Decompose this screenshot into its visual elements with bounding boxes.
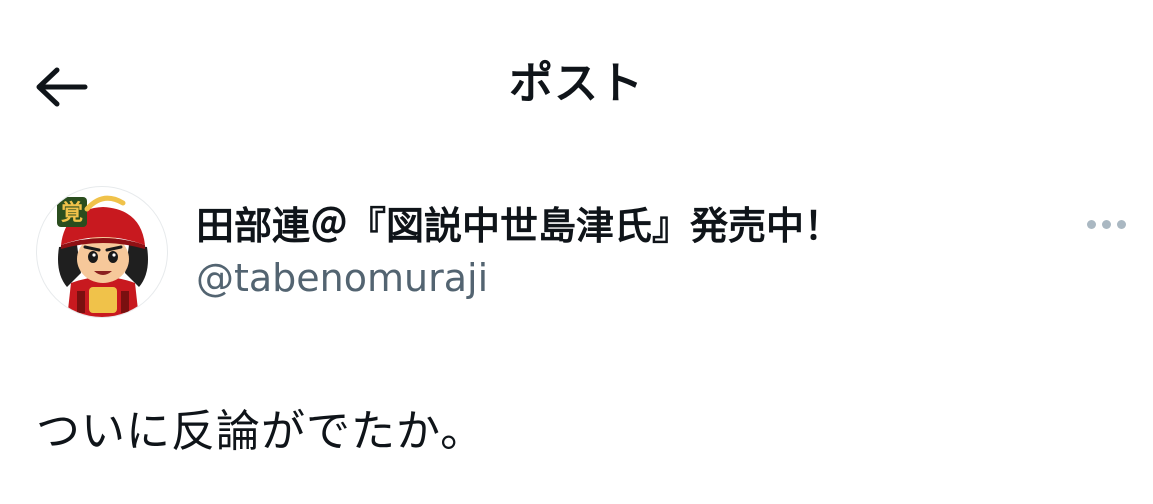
- more-options-button[interactable]: [1080, 208, 1132, 240]
- more-horizontal-icon-dot: [1116, 219, 1126, 229]
- svg-text:覚: 覚: [61, 200, 83, 226]
- post-text: ついに反論がでたか。: [36, 406, 486, 457]
- author-handle[interactable]: @tabenomuraji: [196, 252, 488, 304]
- samurai-avatar-icon: 覚: [57, 195, 148, 317]
- avatar[interactable]: 覚: [36, 186, 168, 318]
- top-bar: ポスト: [0, 0, 1153, 170]
- post-author: 覚 田部連＠『図説中世島津氏』発売中！ @tabenomuraji: [36, 186, 1136, 326]
- more-horizontal-icon: [1086, 219, 1096, 229]
- page-title: ポスト: [509, 58, 644, 109]
- post-page: ポスト 覚 田部連＠『図説中世島津氏』発売中！ @tabenomuraji つい…: [0, 0, 1153, 504]
- author-display-name[interactable]: 田部連＠『図説中世島津氏』発売中！: [196, 200, 842, 252]
- more-horizontal-icon-dot: [1101, 219, 1111, 229]
